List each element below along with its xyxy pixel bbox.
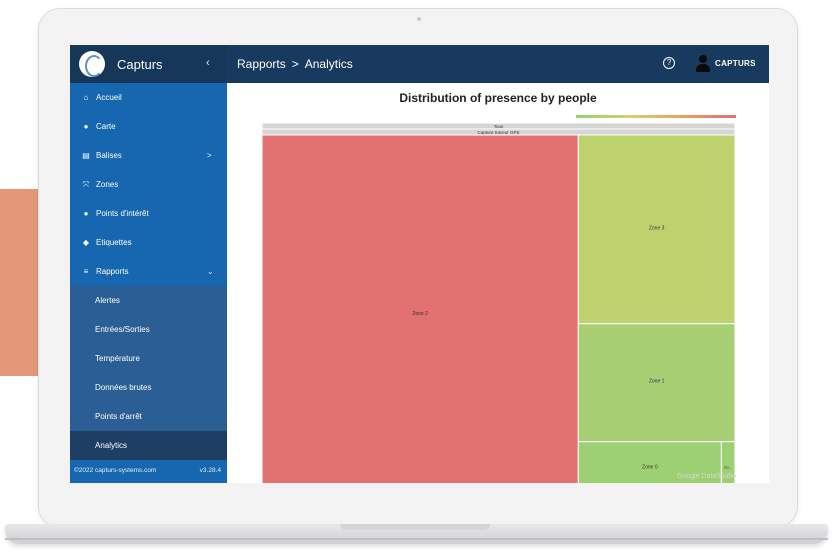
map-pin-icon: ● [83,122,89,131]
submenu-item-donnees-brutes[interactable]: Données brutes [70,373,227,402]
zones-icon: ⤧ [82,179,90,189]
breadcrumb-separator: > [291,57,299,71]
home-icon: ⌂ [83,93,89,102]
sidebar-item-etiquettes[interactable]: ◆ Etiquettes [70,228,227,257]
footer-version: v3.28.4 [199,466,221,474]
sidebar-item-label: Balises [96,151,122,160]
brand[interactable]: Capturs [70,45,227,83]
submenu-item-points-arret[interactable]: Points d'arrêt [70,402,227,431]
tag-icon: ◆ [82,238,90,247]
device-icon: ▤ [82,151,90,160]
user-avatar-body [696,64,710,72]
main-content: Distribution of presence by people Tous C… [227,83,769,483]
sidebar-item-label: Carte [96,122,116,131]
sidebar-item-points-interet[interactable]: ● Points d'intérêt [70,199,227,228]
user-name[interactable]: CAPTURS [715,59,756,68]
treemap-chart: TousCapture traceur GPS Zone 2 Zone 3 Zone … [261,122,736,483]
decorative-accent-block [0,189,42,376]
sidebar-item-label: Rapports [96,267,129,276]
rapports-submenu: Alertes Entrées/Sorties Température Donn… [70,286,227,460]
treemap-cell-zone-2[interactable] [261,134,579,483]
treemap-cell-label: Zone 3 [649,225,665,231]
sidebar-footer: ©2022 capturs-systems.com v3.28.4 [70,464,227,476]
breadcrumb: Rapports > Analytics [237,57,353,71]
sidebar: ⌂ Accueil ● Carte ▤ Balises > ⤧ Zones ● … [70,83,227,483]
poi-pin-icon: ● [83,209,89,218]
treemap-cell-label: Zo... [724,464,732,469]
submenu-item-entrees-sorties[interactable]: Entrées/Sorties [70,315,227,344]
user-avatar-head [699,55,707,63]
sidebar-item-carte[interactable]: ● Carte [70,112,227,141]
treemap-cell-label: Zone 0 [642,464,658,470]
stage: Capturs ‹ Rapports > Analytics ? CAPTURS… [0,0,833,550]
list-icon: ≡ [83,267,89,276]
sidebar-item-label: Zones [96,180,119,189]
breadcrumb-current: Analytics [304,57,353,71]
chevron-right-icon: > [207,151,212,160]
user-avatar-icon[interactable] [696,55,710,73]
sidebar-item-rapports[interactable]: ≡ Rapports ⌄ [70,257,227,286]
breadcrumb-root[interactable]: Rapports [237,57,286,71]
sidebar-item-accueil[interactable]: ⌂ Accueil [70,83,227,112]
laptop-base-notch [340,524,490,530]
sidebar-item-label: Accueil [96,93,122,102]
sidebar-item-balises[interactable]: ▤ Balises > [70,141,227,170]
chevron-left-icon[interactable]: ‹ [206,57,210,69]
app-screen: Capturs ‹ Rapports > Analytics ? CAPTURS… [70,45,769,483]
sidebar-item-label: Points d'intérêt [96,209,149,218]
help-icon[interactable]: ? [663,57,675,69]
submenu-item-analytics[interactable]: Analytics [70,431,227,460]
treemap-level-label-0: Tous [494,124,504,129]
submenu-item-alertes[interactable]: Alertes [70,286,227,315]
chart-watermark: Google DataStudio [677,473,737,480]
treemap-cell-label: Zone 1 [649,379,665,385]
chevron-down-icon: ⌄ [207,267,214,276]
webcam-dot [417,17,421,21]
top-bar: Capturs ‹ Rapports > Analytics ? CAPTURS [70,45,769,83]
treemap-level-label-1: Capture traceur GPS [477,130,519,135]
app-name: Capturs [117,56,163,72]
laptop-base-edge [5,538,828,540]
footer-copyright[interactable]: ©2022 capturs-systems.com [74,467,156,474]
treemap-cell-label: Zone 2 [412,311,428,317]
capturs-logo-icon [79,51,105,77]
submenu-item-temperature[interactable]: Température [70,344,227,373]
sidebar-item-zones[interactable]: ⤧ Zones [70,170,227,199]
sidebar-item-label: Etiquettes [96,238,132,247]
